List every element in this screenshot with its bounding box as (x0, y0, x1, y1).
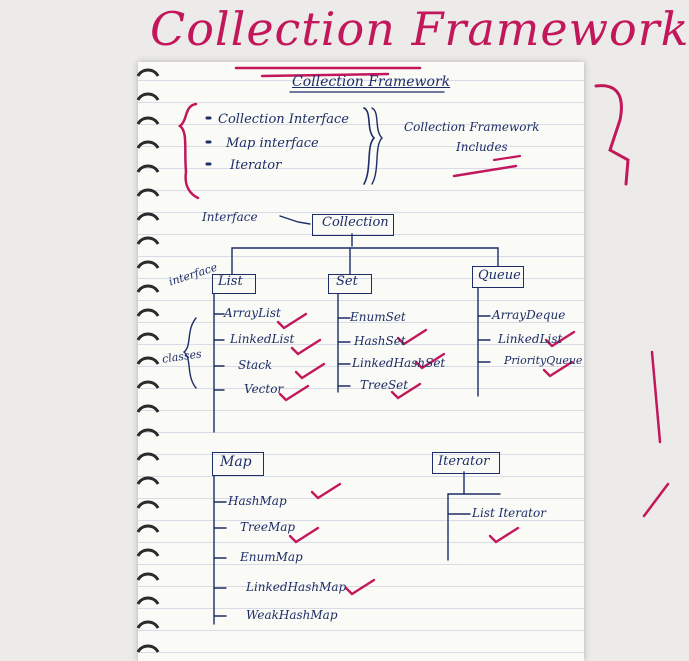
ruled-line (138, 190, 584, 191)
spiral-ring (136, 572, 160, 581)
spiral-ring (136, 548, 160, 557)
spiral-ring (136, 404, 160, 413)
ruled-line (138, 542, 584, 543)
set-child: TreeSet (360, 378, 409, 392)
map-child: TreeMap (240, 520, 296, 534)
set-child: EnumSet (350, 310, 406, 324)
ruled-line (138, 586, 584, 587)
ruled-line (138, 432, 584, 433)
queue-child: LinkedList (498, 332, 563, 346)
spiral-ring (136, 452, 160, 461)
spiral-ring (136, 284, 160, 293)
spiral-ring (136, 140, 160, 149)
map-label: Map (220, 454, 252, 470)
ruled-line (138, 608, 584, 609)
set-label: Set (336, 274, 358, 289)
spiral-ring (136, 260, 160, 269)
spiral-ring (136, 476, 160, 485)
spiral-ring (136, 212, 160, 221)
map-child: LinkedHashMap (246, 580, 347, 594)
spiral-ring (136, 116, 160, 125)
spiral-ring (136, 236, 160, 245)
ruled-line (138, 300, 584, 301)
ruled-line (138, 168, 584, 169)
ruled-line (138, 652, 584, 653)
ruled-line (138, 410, 584, 411)
collection-label: Collection (322, 215, 389, 230)
spiral-ring (136, 524, 160, 533)
spiral-ring (136, 188, 160, 197)
ruled-line (138, 146, 584, 147)
ruled-line (138, 102, 584, 103)
list-child: LinkedList (230, 332, 295, 346)
queue-label: Queue (478, 268, 521, 283)
list-child: Stack (238, 358, 273, 372)
queue-child: ArrayDeque (492, 308, 566, 322)
spiral-ring (136, 380, 160, 389)
set-child: HashSet (354, 334, 406, 348)
ruled-line (138, 256, 584, 257)
list-child: Vector (244, 382, 284, 396)
ruled-line (138, 498, 584, 499)
intro-item: Collection Interface (218, 112, 349, 127)
spiral-ring (136, 92, 160, 101)
intro-item: Iterator (230, 158, 282, 173)
map-child: WeakHashMap (246, 608, 338, 622)
page-heading: Collection Framework (292, 74, 451, 90)
ruled-line (138, 520, 584, 521)
pink-mark (642, 482, 670, 518)
ruled-line (138, 454, 584, 455)
spiral-ring (136, 500, 160, 509)
spiral-ring (136, 428, 160, 437)
brace-label: Collection Framework (404, 120, 540, 134)
spiral-ring (136, 620, 160, 629)
spiral-ring (136, 332, 160, 341)
spiral-ring (136, 164, 160, 173)
queue-child: PriorityQueue (504, 354, 583, 367)
pink-mark (650, 350, 662, 444)
spiral-ring (136, 644, 160, 653)
spiral-ring (136, 356, 160, 365)
page-title: Collection Framework (150, 2, 689, 56)
spiral-binding (136, 68, 160, 653)
spiral-ring (136, 68, 160, 77)
iterator-label: Iterator (438, 454, 490, 469)
ruled-line (138, 564, 584, 565)
set-child: LinkedHashSet (352, 356, 446, 370)
interface-label: Interface (202, 210, 258, 224)
pink-bracket (594, 84, 630, 186)
iterator-child: List Iterator (472, 506, 546, 520)
spiral-ring (136, 596, 160, 605)
ruled-line (138, 630, 584, 631)
list-child: ArrayList (224, 306, 281, 320)
spiral-ring (136, 308, 160, 317)
brace-label: Includes (456, 140, 508, 154)
intro-item: Map interface (226, 136, 319, 151)
ruled-line (138, 476, 584, 477)
map-child: HashMap (228, 494, 287, 508)
list-label: List (218, 274, 243, 289)
map-child: EnumMap (240, 550, 303, 564)
